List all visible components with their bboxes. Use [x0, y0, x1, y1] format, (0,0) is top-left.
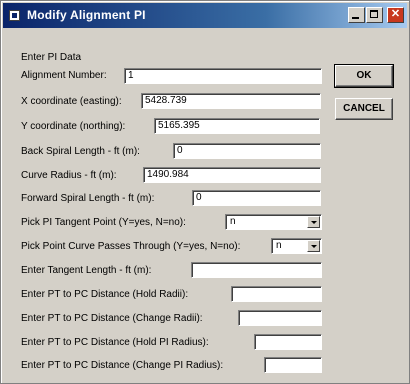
cancel-button[interactable]: CANCEL — [335, 98, 393, 120]
pt-pc-change-radii-input[interactable] — [238, 310, 322, 326]
maximize-button[interactable] — [366, 7, 383, 23]
x-coordinate-label: X coordinate (easting): — [21, 96, 122, 107]
pick-point-curve-passes-select[interactable]: n — [271, 238, 322, 254]
pt-pc-hold-pi-radius-input[interactable] — [254, 334, 322, 350]
y-coordinate-label: Y coordinate (northing): — [21, 121, 126, 132]
close-icon: ✕ — [390, 8, 401, 20]
curve-radius-label: Curve Radius - ft (m): — [21, 170, 117, 181]
pick-point-curve-passes-label: Pick Point Curve Passes Through (Y=yes, … — [21, 241, 241, 252]
chevron-down-icon[interactable] — [307, 240, 320, 252]
tangent-length-label: Enter Tangent Length - ft (m): — [21, 265, 152, 276]
pick-point-curve-passes-value: n — [276, 240, 282, 251]
pick-pi-tangent-point-label: Pick PI Tangent Point (Y=yes, N=no): — [21, 217, 186, 228]
title-bar[interactable]: Modify Alignment PI ✕ — [3, 3, 407, 28]
window-title: Modify Alignment PI — [27, 8, 146, 22]
modify-alignment-pi-dialog: Modify Alignment PI ✕ Enter PI Data Alig… — [0, 0, 410, 384]
pick-pi-tangent-point-select[interactable]: n — [225, 214, 322, 230]
ok-button[interactable]: OK — [334, 64, 394, 88]
maximize-icon — [370, 10, 378, 18]
app-icon — [9, 10, 20, 21]
minimize-icon — [352, 17, 359, 19]
chevron-down-icon[interactable] — [307, 216, 320, 228]
pt-pc-change-pi-radius-label: Enter PT to PC Distance (Change PI Radiu… — [21, 360, 224, 371]
pt-pc-change-radii-label: Enter PT to PC Distance (Change Radii): — [21, 313, 203, 324]
back-spiral-length-input[interactable]: 0 — [173, 143, 321, 159]
alignment-number-label: Alignment Number: — [21, 70, 107, 81]
minimize-button[interactable] — [348, 7, 365, 23]
tangent-length-input[interactable] — [191, 262, 322, 278]
section-label: Enter PI Data — [21, 52, 82, 63]
x-coordinate-input[interactable]: 5428.739 — [141, 93, 321, 109]
curve-radius-input[interactable]: 1490.984 — [143, 167, 321, 183]
pt-pc-hold-radii-input[interactable] — [231, 286, 322, 302]
forward-spiral-length-input[interactable]: 0 — [192, 190, 321, 206]
forward-spiral-length-label: Forward Spiral Length - ft (m): — [21, 193, 155, 204]
close-button[interactable]: ✕ — [387, 7, 404, 23]
pt-pc-change-pi-radius-input[interactable] — [264, 357, 322, 373]
pt-pc-hold-pi-radius-label: Enter PT to PC Distance (Hold PI Radius)… — [21, 337, 209, 348]
alignment-number-input[interactable]: 1 — [124, 68, 322, 84]
pt-pc-hold-radii-label: Enter PT to PC Distance (Hold Radii): — [21, 289, 189, 300]
back-spiral-length-label: Back Spiral Length - ft (m): — [21, 146, 140, 157]
pick-pi-tangent-point-value: n — [230, 216, 236, 227]
y-coordinate-input[interactable]: 5165.395 — [154, 118, 320, 134]
